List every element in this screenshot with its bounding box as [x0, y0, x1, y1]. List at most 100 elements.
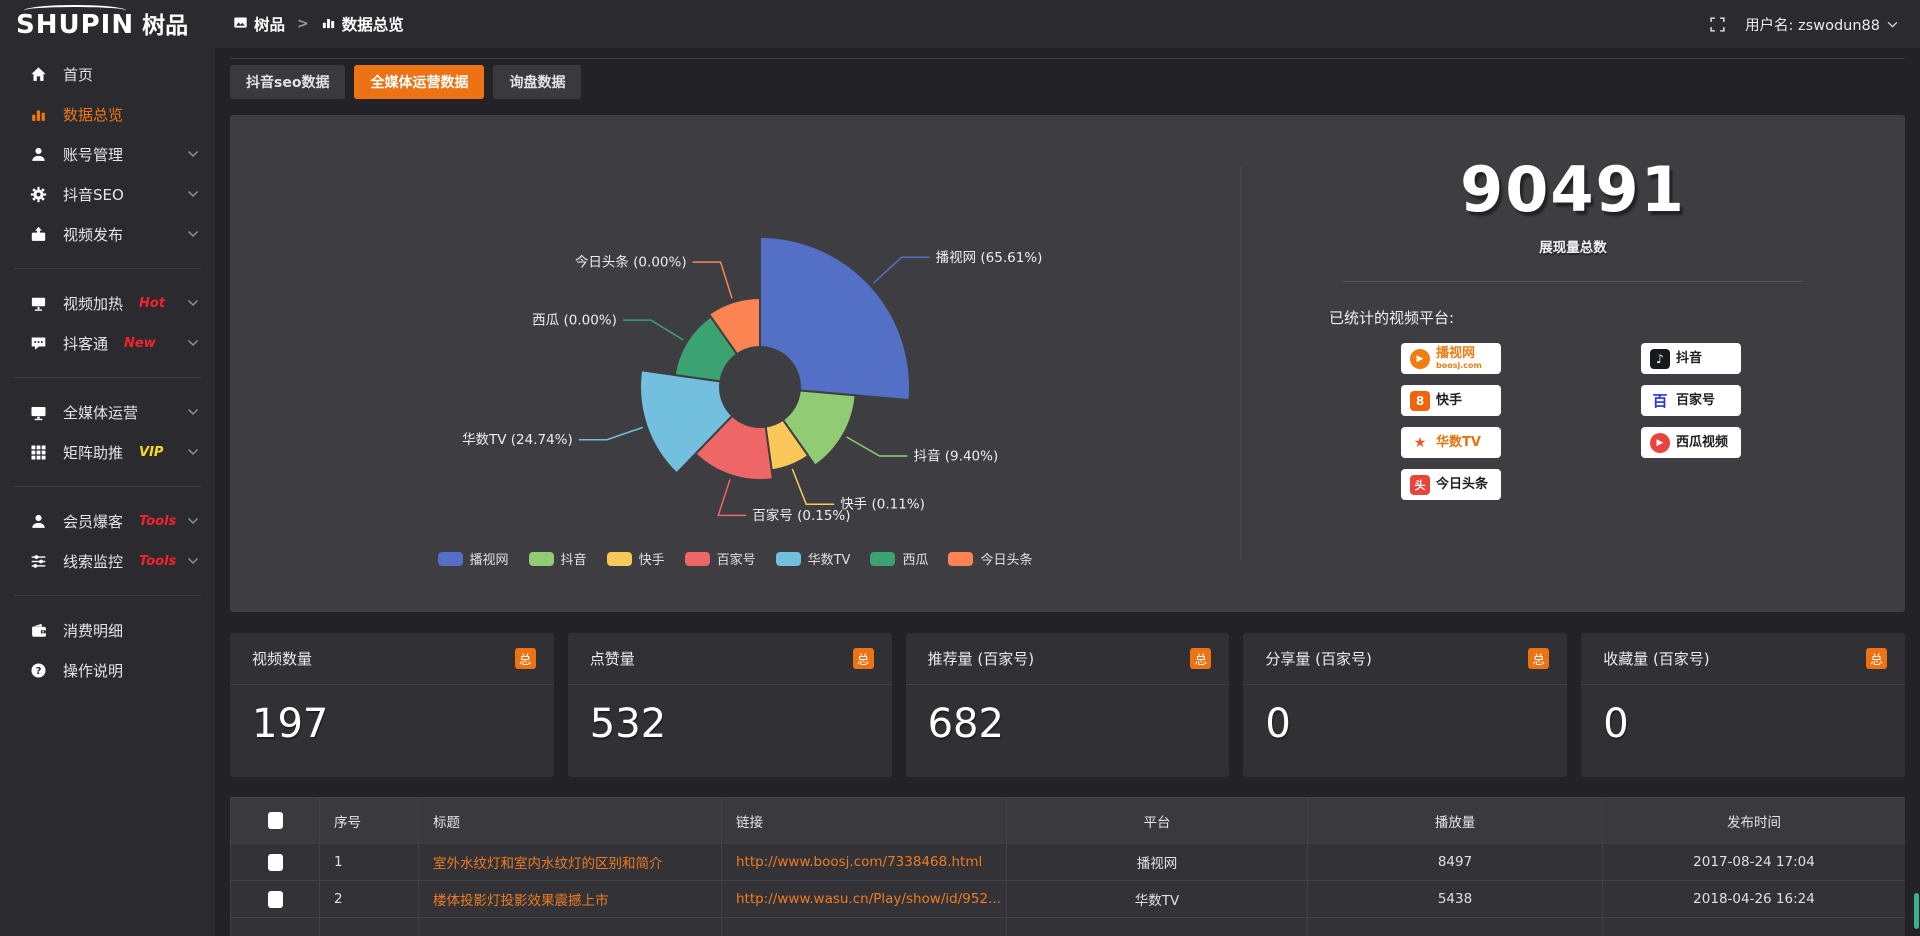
sidebar-item-video-publish[interactable]: 视频发布 [0, 214, 215, 254]
sidebar-item-media-ops[interactable]: 全媒体运营 [0, 392, 215, 432]
platform-badge-boosj: ▶播视网boosj.com [1401, 343, 1501, 374]
legend-swatch-icon [948, 552, 973, 566]
sidebar-item-tag: Tools [139, 514, 176, 529]
legend-item-xigua[interactable]: 西瓜 [870, 549, 928, 568]
chart-legend: 播视网 抖音 快手 百家号 华数TV 西瓜 今日头条 [230, 549, 1240, 568]
data-tabs: 抖音seo数据全媒体运营数据询盘数据 [230, 65, 581, 99]
video-title-link[interactable]: 室外水纹灯和室内水纹灯的区别和简介 [433, 856, 663, 872]
user-menu[interactable]: 用户名: zswodun88 [1745, 14, 1898, 35]
user-icon [30, 513, 48, 530]
legend-item-douyin[interactable]: 抖音 [529, 549, 587, 568]
wasu-logo-icon: ★ [1410, 433, 1430, 453]
sidebar-item-lead-monitor[interactable]: 线索监控Tools [0, 541, 215, 581]
total-badge: 总 [1528, 648, 1549, 669]
username-text: 用户名: zswodun88 [1745, 14, 1880, 35]
row-index: 2 [320, 881, 419, 918]
stat-card-label: 视频数量 [252, 648, 312, 669]
sidebar-item-douyin-seo[interactable]: 抖音SEO [0, 174, 215, 214]
legend-label: 百家号 [717, 549, 756, 568]
legend-item-toutiao[interactable]: 今日头条 [948, 549, 1032, 568]
platform-badge-text: 快手 [1436, 394, 1462, 408]
platform-badge-text: 华数TV [1436, 436, 1481, 450]
chevron-down-icon [187, 557, 199, 565]
total-badge: 总 [1190, 648, 1211, 669]
sidebar-item-data-overview[interactable]: 数据总览 [0, 94, 215, 134]
sidebar-item-label: 线索监控 [63, 551, 123, 572]
platform-badge-text: 今日头条 [1436, 478, 1488, 492]
sidebar-item-douketong[interactable]: 抖客通New [0, 323, 215, 363]
fullscreen-icon[interactable] [1710, 17, 1725, 32]
time-cell: 2018-04-26 16:24 [1603, 881, 1906, 918]
sidebar-item-video-heat[interactable]: 视频加热Hot [0, 283, 215, 323]
impressions-total-label: 展现量总数 [1241, 236, 1905, 256]
chevron-down-icon [187, 150, 199, 158]
breadcrumb-app-icon [233, 15, 248, 34]
legend-label: 播视网 [470, 549, 509, 568]
topbar-right: 用户名: zswodun88 [1710, 0, 1898, 48]
logo-text-cn: 树品 [142, 6, 188, 40]
legend-swatch-icon [607, 552, 632, 566]
platform-name: 快手 [1436, 394, 1462, 408]
sidebar-divider [14, 486, 201, 487]
stat-card-3: 分享量 (百家号)总0 [1243, 633, 1567, 777]
scrollbar-thumb[interactable] [1914, 893, 1919, 929]
stat-card-header: 收藏量 (百家号)总 [1581, 633, 1905, 685]
legend-item-wasu[interactable]: 华数TV [776, 549, 851, 568]
pie-label-xigua: 西瓜 (0.00%) [532, 313, 617, 329]
xigua-logo-icon: ▶ [1650, 433, 1670, 453]
sidebar-item-consume-detail[interactable]: 消费明细 [0, 610, 215, 650]
impressions-total-value: 90491 [1241, 153, 1905, 226]
user-icon [30, 146, 48, 163]
legend-item-kuaishou[interactable]: 快手 [607, 549, 665, 568]
gear-icon [30, 186, 48, 203]
topbar-divider [230, 58, 1905, 59]
select-all-checkbox[interactable] [268, 812, 283, 829]
video-title-link[interactable]: 楼体投影灯投影效果震撼上市 [433, 893, 609, 909]
toutiao-logo-icon: 头 [1410, 475, 1430, 495]
tab-douyin-seo-data[interactable]: 抖音seo数据 [230, 65, 345, 99]
stat-card-1: 点赞量总532 [568, 633, 892, 777]
platform-name: 华数TV [1436, 436, 1481, 450]
video-url-link[interactable]: http://www.boosj.com/7338468.html [736, 854, 982, 870]
stat-card-2: 推荐量 (百家号)总682 [906, 633, 1230, 777]
legend-item-boosj[interactable]: 播视网 [438, 549, 509, 568]
kuaishou-logo-icon: 8 [1410, 391, 1430, 411]
douyin-logo-icon: ♪ [1650, 349, 1670, 369]
pie-label-line-kuaishou [792, 469, 834, 504]
sidebar-item-home[interactable]: 首页 [0, 54, 215, 94]
sidebar-item-label: 数据总览 [63, 104, 123, 125]
platform-badge-toutiao: 头今日头条 [1401, 469, 1501, 500]
row-checkbox[interactable] [268, 854, 283, 871]
wallet-icon [30, 622, 48, 639]
platform-cell: 华数TV [1007, 881, 1308, 918]
sidebar-divider [14, 595, 201, 596]
boosj-logo-icon: ▶ [1410, 349, 1430, 369]
chart-panel: 播视网 (65.61%)抖音 (9.40%)快手 (0.11%)百家号 (0.1… [230, 115, 1905, 612]
sidebar-item-account-manage[interactable]: 账号管理 [0, 134, 215, 174]
home-icon [30, 66, 48, 83]
stat-card-header: 视频数量总 [230, 633, 554, 685]
chat-icon [30, 335, 48, 352]
column-header: 序号 [320, 798, 419, 844]
breadcrumb-item-shupin[interactable]: 树品 [233, 13, 285, 35]
video-url-link[interactable]: http://www.wasu.cn/Play/show/id/952... [736, 891, 1001, 907]
pie-label-toutiao: 今日头条 (0.00%) [575, 254, 687, 271]
breadcrumb-item-data-overview[interactable]: 数据总览 [321, 13, 404, 35]
breadcrumb-label: 树品 [254, 13, 285, 35]
pie-label-kuaishou: 快手 (0.11%) [840, 497, 925, 513]
legend-item-baijiahao[interactable]: 百家号 [685, 549, 756, 568]
sidebar-item-matrix-boost[interactable]: 矩阵助推VIP [0, 432, 215, 472]
row-checkbox[interactable] [268, 891, 283, 908]
platform-sub: boosj.com [1436, 362, 1482, 370]
pie-slice-boosj[interactable] [760, 237, 910, 400]
stat-card-0: 视频数量总197 [230, 633, 554, 777]
sidebar-item-help[interactable]: ?操作说明 [0, 650, 215, 690]
stat-card-header: 推荐量 (百家号)总 [906, 633, 1230, 685]
sidebar-item-member-burst[interactable]: 会员爆客Tools [0, 501, 215, 541]
platforms-label: 已统计的视频平台: [1329, 307, 1905, 328]
tab-inquiry-data[interactable]: 询盘数据 [493, 65, 581, 99]
pie-label-line-wasu [579, 427, 643, 439]
tab-media-ops-data[interactable]: 全媒体运营数据 [354, 65, 484, 99]
legend-label: 华数TV [808, 549, 851, 568]
legend-swatch-icon [529, 552, 554, 566]
